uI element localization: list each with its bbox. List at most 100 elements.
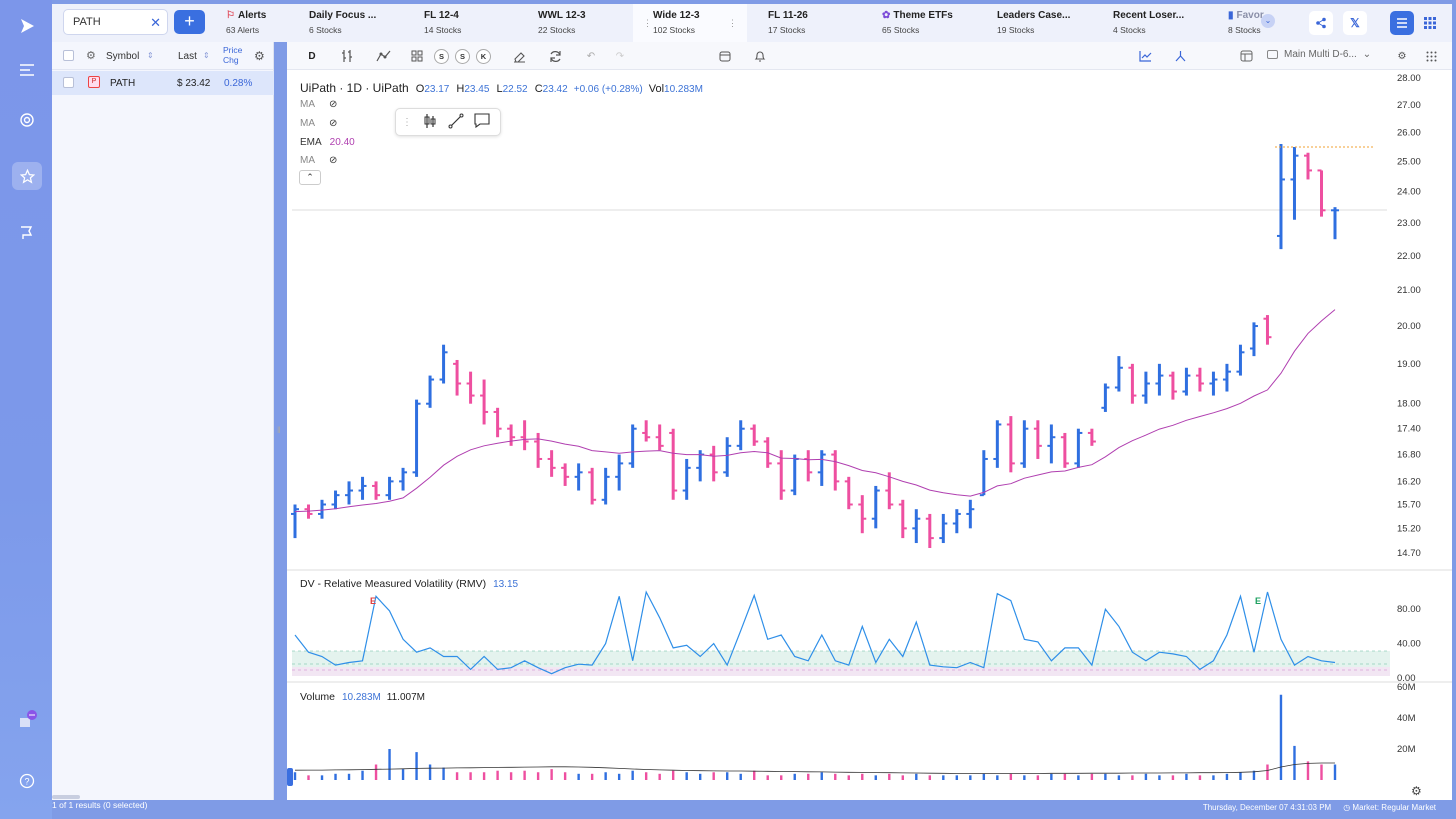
grid-menu-icon[interactable] <box>1424 47 1438 65</box>
candle-tool-icon[interactable] <box>422 113 438 132</box>
earnings-marker[interactable]: E <box>1255 596 1261 606</box>
bar-style-icon[interactable] <box>339 47 355 65</box>
price-bar <box>1020 420 1029 468</box>
price-chart[interactable]: 28.00 27.00 26.00 25.00 24.00 23.00 22.00 21.00… <box>287 70 1452 800</box>
hidden-eye-icon[interactable]: ⊘ <box>329 99 337 110</box>
price-bar <box>1209 371 1218 396</box>
indicator-ema[interactable]: EMA 20.40 <box>300 137 355 148</box>
price-tick-label: 23.00 <box>1397 218 1421 229</box>
volume-bar <box>536 772 540 780</box>
drag-handle-icon[interactable]: ⋮ <box>643 18 652 29</box>
price-bar <box>669 428 678 500</box>
volume-bar <box>982 773 986 780</box>
bell-icon[interactable] <box>753 47 767 65</box>
row-checkbox[interactable] <box>63 77 74 88</box>
s-button-2[interactable]: S <box>455 49 470 64</box>
logo-icon[interactable] <box>12 12 42 40</box>
column-last[interactable]: Last <box>178 51 197 62</box>
calendar-icon[interactable] <box>718 47 732 65</box>
close-value: 23.42 <box>542 84 568 95</box>
price-bar <box>912 509 921 544</box>
column-price-chg[interactable]: Price Chg <box>223 45 245 67</box>
list-view-button[interactable] <box>1390 11 1414 35</box>
trendline-tool-icon[interactable] <box>448 113 464 132</box>
share-button[interactable] <box>1309 11 1333 35</box>
eraser-icon[interactable] <box>512 47 526 65</box>
price-bar <box>1317 169 1326 217</box>
panel-resize-handle[interactable]: ‖ <box>277 425 282 439</box>
x-share-button[interactable]: 𝕏 <box>1343 11 1367 35</box>
hidden-eye-icon[interactable]: ⊘ <box>329 155 337 166</box>
add-watchlist-button[interactable]: + <box>174 10 205 34</box>
screener-flag-icon[interactable] <box>12 219 42 247</box>
tab-fl-12-4[interactable]: FL 12-4 14 Stocks <box>424 4 534 42</box>
avatar[interactable] <box>12 706 42 734</box>
collapse-legend-button[interactable]: ⌃ <box>299 170 321 185</box>
tab-fl-11-26[interactable]: FL 11-26 17 Stocks <box>768 4 878 42</box>
tab-theme-etfs[interactable]: ✿ Theme ETFs 65 Stocks <box>882 4 992 42</box>
templates-icon[interactable] <box>410 47 424 65</box>
layout-icon[interactable] <box>1239 47 1253 65</box>
volume-bar <box>1050 773 1053 780</box>
hidden-eye-icon[interactable]: ⊘ <box>329 118 337 129</box>
comment-tool-icon[interactable] <box>474 113 490 131</box>
indicator-ma-1[interactable]: MA ⊘ <box>300 99 337 110</box>
close-icon[interactable]: ✕ <box>150 15 161 31</box>
expand-panel-handle[interactable] <box>287 768 293 786</box>
column-settings-icon[interactable]: ⚙ <box>254 49 265 63</box>
indicator-ma-3[interactable]: MA ⊘ <box>300 155 337 166</box>
tab-recent-losers[interactable]: Recent Loser... 4 Stocks <box>1113 4 1223 42</box>
volume-bar <box>1009 773 1013 780</box>
volume-label: Volume <box>300 691 336 703</box>
tab-favorites[interactable]: ▮ Favor... 8 Stocks <box>1228 4 1288 42</box>
k-button[interactable]: K <box>476 49 491 64</box>
help-icon[interactable]: ? <box>12 767 42 795</box>
scrollbar[interactable] <box>52 795 80 799</box>
chart-type-icon[interactable] <box>1138 47 1152 65</box>
axis-settings-icon[interactable]: ⚙ <box>1411 784 1422 798</box>
price-bar <box>1006 416 1015 473</box>
chevron-down-icon[interactable]: ⌄ <box>1261 14 1275 28</box>
tab-label: Alerts <box>237 10 267 21</box>
layout-select-label: Main Multi D-6... <box>1284 49 1357 60</box>
compare-icon[interactable] <box>1173 47 1187 65</box>
volume-value: 10.283M <box>341 692 381 703</box>
indicator-ma-2[interactable]: MA ⊘ <box>300 118 337 129</box>
price-tick-label: 21.00 <box>1397 285 1421 296</box>
tab-daily-focus[interactable]: Daily Focus ... 6 Stocks <box>309 4 419 42</box>
undo-icon[interactable]: ↶ <box>584 47 598 65</box>
tab-wide-12-3[interactable]: Wide 12-3 102 Stocks ⋮ ⋮ <box>633 4 747 42</box>
price-bar <box>736 420 745 451</box>
price-bar <box>547 450 556 477</box>
refresh-icon[interactable] <box>548 47 562 65</box>
rmv-tick-label: 40.00 <box>1397 639 1421 650</box>
watchlist-star-icon[interactable] <box>12 162 42 190</box>
select-all-checkbox[interactable] <box>63 50 74 61</box>
table-row[interactable]: P PATH $ 23.42 0.28% <box>52 71 274 95</box>
earnings-marker[interactable]: E <box>370 596 376 606</box>
radar-icon[interactable] <box>12 106 42 134</box>
price-bar <box>750 424 759 446</box>
row-symbol: PATH <box>110 78 136 89</box>
tab-wwl-12-3[interactable]: WWL 12-3 22 Stocks <box>538 4 648 42</box>
tab-leaders-case[interactable]: Leaders Case... 19 Stocks <box>997 4 1107 42</box>
symbol-search-input[interactable]: PATH ✕ <box>63 9 168 35</box>
volume-bar <box>1023 775 1026 780</box>
volume-bar <box>793 773 796 780</box>
volume-bar <box>374 764 378 780</box>
redo-icon[interactable]: ↷ <box>613 47 627 65</box>
price-bar <box>858 495 867 534</box>
column-symbol[interactable]: Symbol <box>106 51 139 62</box>
price-bar <box>1074 428 1083 468</box>
layout-select[interactable]: Main Multi D-6... ⌄ <box>1267 49 1371 60</box>
s-button[interactable]: S <box>434 49 449 64</box>
chart-settings-icon[interactable]: ⚙ <box>1395 47 1409 65</box>
grid-view-button[interactable] <box>1418 11 1442 35</box>
drag-handle-icon[interactable]: ⋮ <box>402 117 412 128</box>
gear-icon[interactable]: ⚙ <box>86 49 96 62</box>
indicators-icon[interactable] <box>375 47 393 65</box>
interval-button[interactable]: D <box>304 47 320 65</box>
volume-bar <box>1185 773 1188 780</box>
more-icon[interactable]: ⋮ <box>728 18 737 29</box>
menu-icon[interactable] <box>12 56 42 84</box>
